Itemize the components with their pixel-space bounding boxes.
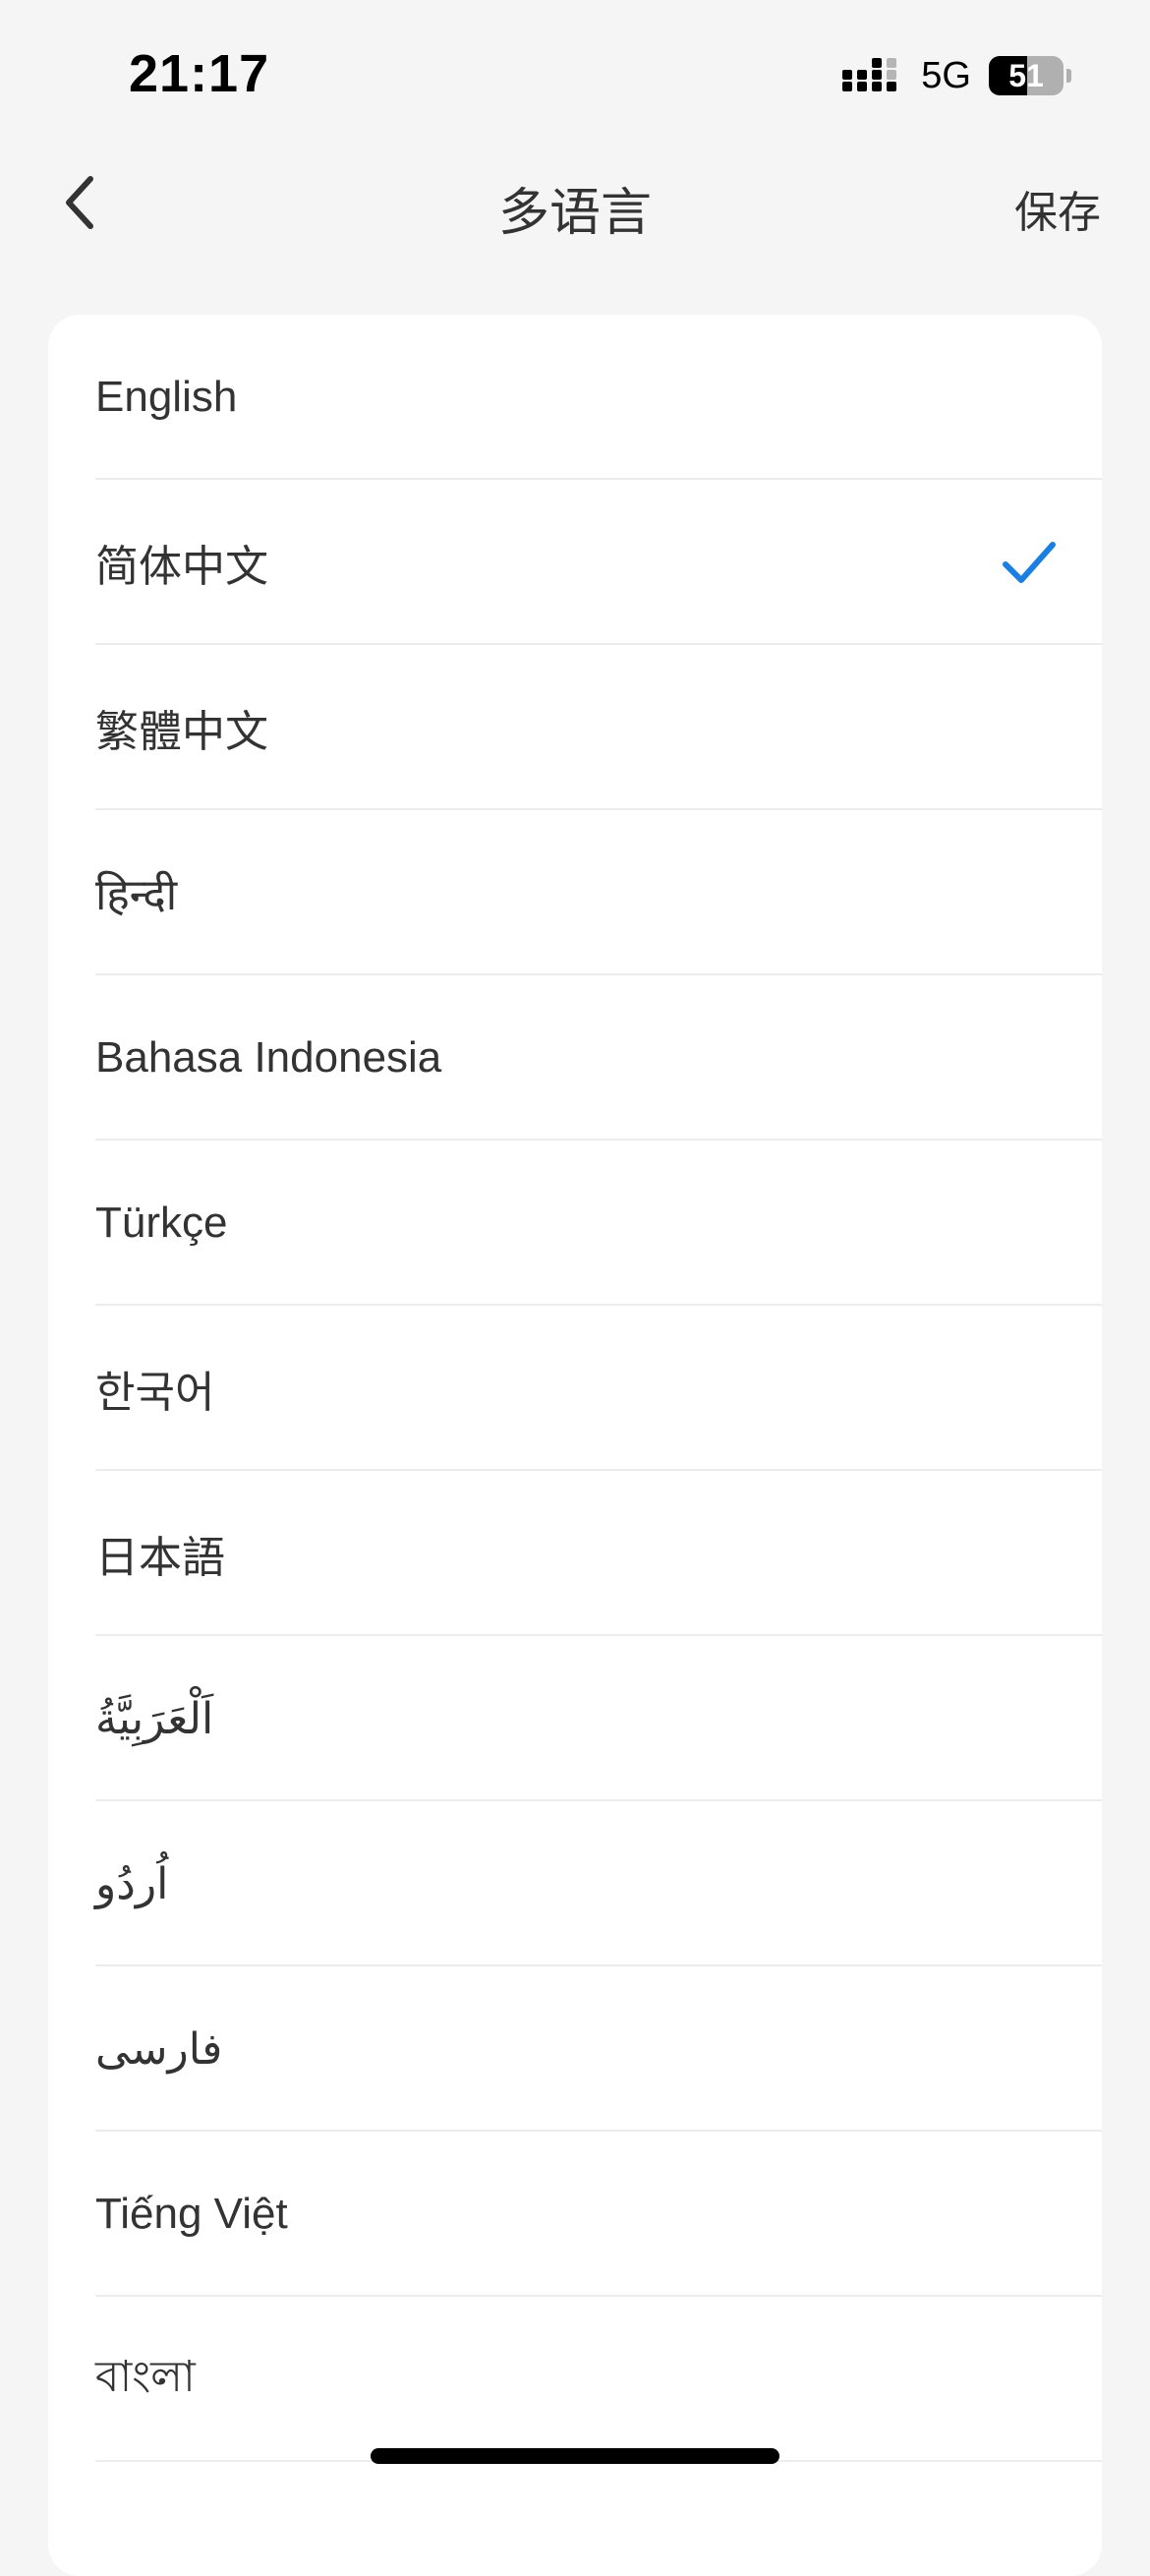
checkmark-icon: [1003, 542, 1056, 583]
language-option-label: اَلْعَرَبِيَّةُ: [95, 1694, 214, 1743]
language-option[interactable]: हिन्दी: [48, 810, 1102, 975]
language-option[interactable]: 简体中文: [48, 480, 1102, 645]
battery-icon: 51: [989, 56, 1071, 95]
home-indicator[interactable]: [371, 2448, 779, 2464]
status-indicators: 5G 51: [842, 53, 1071, 98]
language-option-label: हिन्दी: [95, 871, 178, 919]
chevron-left-icon: [66, 176, 93, 229]
language-option-label: বাংলা: [95, 2352, 196, 2401]
language-option-label: Türkçe: [95, 1199, 228, 1247]
language-option-label: Tiếng Việt: [95, 2190, 288, 2238]
language-option-label: English: [95, 373, 238, 421]
language-option-label: 한국어: [95, 1369, 215, 1417]
language-option[interactable]: اَلْعَرَبِيَّةُ: [48, 1636, 1102, 1801]
battery-percent-label: 51: [1008, 58, 1044, 93]
language-option[interactable]: 日本語: [48, 1471, 1102, 1636]
language-option[interactable]: اُردُو: [48, 1801, 1102, 1966]
status-time: 21:17: [129, 44, 270, 103]
status-bar: 21:17 5G 51: [0, 0, 1150, 147]
navigation-bar: 多语言 保存: [0, 147, 1150, 258]
language-option[interactable]: English: [48, 315, 1102, 480]
language-option-label: Bahasa Indonesia: [95, 1033, 442, 1082]
cellular-signal-icon: [842, 58, 897, 91]
language-option[interactable]: Türkçe: [48, 1141, 1102, 1306]
language-option[interactable]: বাংলা: [48, 2297, 1102, 2462]
language-option-label: اُردُو: [95, 1859, 169, 1908]
language-option-label: 简体中文: [95, 543, 268, 591]
language-option-label: 繁體中文: [95, 708, 268, 756]
language-option-label: 日本語: [95, 1534, 225, 1582]
page-title: 多语言: [497, 185, 652, 242]
language-option-label: فارسی: [95, 2024, 223, 2074]
language-option[interactable]: Bahasa Indonesia: [48, 975, 1102, 1141]
language-option[interactable]: 繁體中文: [48, 645, 1102, 810]
language-option[interactable]: فارسی: [48, 1966, 1102, 2132]
back-button[interactable]: [47, 169, 114, 236]
language-list-card: English 简体中文繁體中文 हिन्दी Bahasa Indonesia Tür…: [48, 315, 1102, 2576]
language-list: English 简体中文繁體中文 हिन्दी Bahasa Indonesia Tür…: [48, 315, 1102, 2462]
language-option[interactable]: 한국어: [48, 1306, 1102, 1471]
network-type-label: 5G: [921, 54, 971, 96]
language-option[interactable]: Tiếng Việt: [48, 2132, 1102, 2297]
save-button[interactable]: 保存: [1014, 177, 1101, 240]
